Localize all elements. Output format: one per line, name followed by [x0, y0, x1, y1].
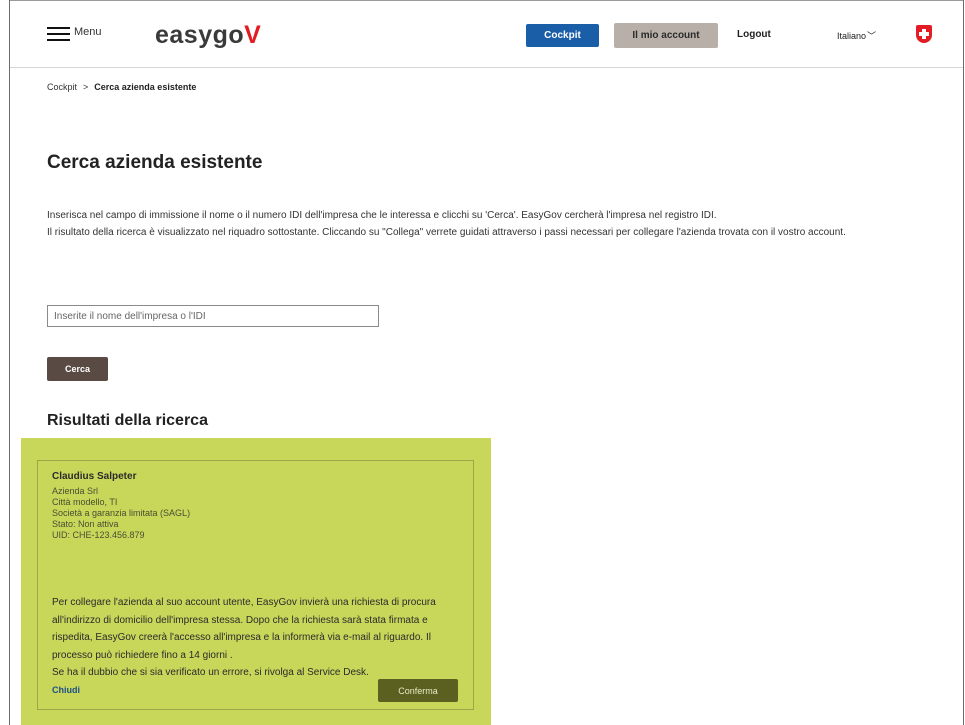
confirm-button[interactable]: Conferma: [378, 679, 458, 702]
result-highlight: Claudius Salpeter Azienda Srl Città mode…: [21, 438, 491, 725]
company-detail-line: Stato: Non attiva: [52, 519, 119, 529]
cockpit-button[interactable]: Cockpit: [526, 24, 599, 47]
logo-accent: V: [244, 21, 262, 49]
hamburger-icon[interactable]: [47, 27, 70, 41]
link-instructions: Per collegare l'azienda al suo account u…: [52, 594, 462, 682]
company-detail-line: Società a garanzia limitata (SAGL): [52, 508, 191, 518]
company-detail-line: Città modello, TI: [52, 497, 118, 507]
close-link[interactable]: Chiudi: [52, 685, 80, 695]
top-navigation-bar: Menu easygoV Cockpit Il mio account Logo…: [10, 0, 963, 68]
company-detail-line: UID: CHE-123.456.879: [52, 530, 145, 540]
logout-link[interactable]: Logout: [737, 29, 771, 40]
results-title: Risultati della ricerca: [47, 412, 208, 429]
logo-text: easygo: [155, 21, 245, 49]
link-instructions-text: Per collegare l'azienda al suo account u…: [52, 597, 436, 661]
my-account-button[interactable]: Il mio account: [614, 23, 718, 48]
result-card: Claudius Salpeter Azienda Srl Città mode…: [37, 460, 474, 710]
company-details: Azienda Srl Città modello, TI Società a …: [52, 486, 190, 541]
easygov-logo[interactable]: easygoV: [155, 21, 261, 50]
breadcrumb: Cockpit > Cerca azienda esistente: [47, 82, 196, 92]
company-detail-line: Azienda Srl: [52, 486, 99, 496]
page-title: Cerca azienda esistente: [47, 152, 263, 173]
search-button[interactable]: Cerca: [47, 357, 108, 381]
intro-text: Inserisca nel campo di immissione il nom…: [47, 207, 947, 241]
intro-line-2: Il risultato della ricerca è visualizzat…: [47, 227, 846, 238]
language-label: Italiano: [837, 31, 867, 41]
breadcrumb-home-link[interactable]: Cockpit: [47, 82, 77, 92]
menu-button[interactable]: Menu: [74, 26, 102, 38]
company-owner-name: Claudius Salpeter: [52, 471, 137, 482]
language-selector[interactable]: Italiano﹀: [837, 29, 876, 42]
chevron-down-icon: ﹀: [867, 31, 877, 41]
swiss-flag-icon: [916, 25, 932, 43]
intro-line-1: Inserisca nel campo di immissione il nom…: [47, 210, 717, 221]
breadcrumb-separator: >: [83, 82, 89, 92]
breadcrumb-current: Cerca azienda esistente: [94, 82, 197, 92]
company-search-input[interactable]: [47, 305, 379, 327]
